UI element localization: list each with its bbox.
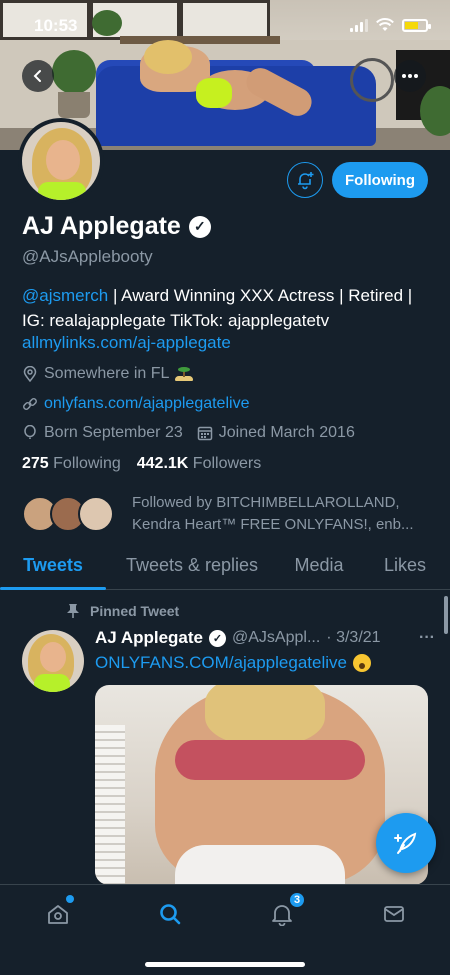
back-button[interactable]	[22, 60, 54, 92]
location-text: Somewhere in FL	[44, 365, 170, 382]
map-pin-icon	[22, 366, 38, 382]
avatar-swimsuit	[34, 674, 70, 692]
followed-by-row[interactable]: Followed by BITCHIMBELLAROLLAND, Kendra …	[22, 492, 414, 536]
tweet-more-button[interactable]: ···	[419, 629, 435, 647]
banner-pot	[58, 92, 90, 118]
nav-messages[interactable]	[374, 899, 414, 929]
link-icon	[22, 396, 38, 412]
battery-icon	[402, 18, 431, 32]
flushed-emoji-icon	[352, 654, 371, 672]
verified-badge-icon: ✓	[209, 629, 227, 647]
banner-plant	[52, 50, 96, 94]
pin-icon	[67, 604, 79, 618]
tab-media[interactable]: Media	[278, 546, 360, 589]
website-row: onlyfans.com/ajapplegatelive	[22, 395, 249, 413]
wifi-icon	[376, 18, 394, 31]
following-count-link[interactable]: 275 Following	[22, 455, 121, 473]
home-icon	[48, 905, 68, 924]
verified-badge-icon: ✓	[188, 215, 211, 238]
banner-fan	[350, 58, 394, 102]
signal-icon	[350, 18, 368, 32]
media-hair	[205, 685, 325, 745]
avatar-face	[46, 140, 80, 180]
tweet-author-handle: @AJsAppl...	[232, 629, 321, 646]
birthday-text: Born September 23	[44, 424, 183, 441]
profile-bio: @ajsmerch | Award Winning XXX Actress | …	[22, 283, 434, 333]
followed-by-text: Followed by BITCHIMBELLAROLLAND, Kendra …	[132, 492, 414, 536]
profile-name-row: AJ Applegate ✓	[22, 212, 211, 241]
profile-handle: @AJsApplebooty	[22, 247, 153, 266]
nav-notifications[interactable]: 3	[262, 891, 306, 929]
location-row: Somewhere in FL	[22, 365, 194, 383]
followers-label: Followers	[192, 455, 262, 472]
followers-count-link[interactable]: 442.1K Followers	[137, 455, 262, 473]
scrollbar-thumb[interactable]	[444, 596, 448, 634]
banner-person-hair	[144, 40, 192, 74]
bio-url-link[interactable]: allmylinks.com/aj-applegate	[22, 333, 231, 353]
following-count: 275	[22, 455, 49, 472]
tweet-author-name[interactable]: AJ Applegate	[95, 628, 203, 648]
website-link[interactable]: onlyfans.com/ajapplegatelive	[44, 395, 249, 413]
tweet-author-avatar[interactable]	[22, 630, 84, 692]
status-icons	[350, 18, 431, 32]
tweet-date: · 3/3/21	[326, 629, 381, 646]
tweet-link[interactable]: ONLYFANS.COM/ajapplegatelive	[95, 653, 347, 673]
profile-tabs: Tweets Tweets & replies Media Likes	[0, 546, 450, 590]
follow-counts: 275 Following 442.1K Followers	[22, 455, 261, 473]
status-bar: 10:53	[0, 12, 450, 42]
new-content-dot	[66, 895, 74, 903]
profile-name: AJ Applegate	[22, 212, 181, 240]
joined-text: Joined March 2016	[218, 424, 355, 441]
avatar-swimsuit	[38, 182, 86, 200]
search-icon	[160, 904, 181, 925]
tab-tweets-replies[interactable]: Tweets & replies	[106, 546, 278, 589]
tweet-text: ONLYFANS.COM/ajapplegatelive	[95, 653, 371, 673]
tweet-header: AJ Applegate ✓ @AJsAppl... · 3/3/21 ···	[95, 628, 435, 648]
nav-home[interactable]	[38, 895, 78, 929]
compose-tweet-button[interactable]	[376, 813, 436, 873]
balloon-icon	[22, 425, 38, 441]
dates-row: Born September 23 Joined March 2016	[22, 424, 355, 442]
pinned-text: Pinned Tweet	[90, 603, 180, 619]
pinned-tweet-label: Pinned Tweet	[66, 603, 179, 619]
media-bra	[175, 740, 365, 780]
followed-by-line: Followed by BITCHIMBELLAROLLAND,	[132, 494, 400, 511]
media-blinds	[95, 725, 125, 885]
mail-icon	[384, 906, 404, 922]
more-options-button[interactable]	[394, 60, 426, 92]
followed-by-avatars	[22, 496, 114, 532]
profile-avatar[interactable]	[18, 118, 104, 204]
following-button[interactable]: Following	[332, 162, 428, 198]
followed-by-line: Kendra Heart™ FREE ONLYFANS!, enb...	[132, 516, 414, 533]
followers-count: 442.1K	[136, 455, 189, 472]
notifications-badge: 3	[288, 891, 306, 909]
home-indicator[interactable]	[145, 962, 305, 967]
tab-tweets[interactable]: Tweets	[0, 546, 106, 590]
tab-likes[interactable]: Likes	[360, 546, 450, 589]
media-underwear	[175, 845, 345, 885]
avatar-face	[40, 642, 66, 672]
compose-feather-icon	[394, 832, 417, 854]
calendar-icon	[197, 425, 213, 441]
bell-plus-icon	[298, 172, 314, 190]
banner-person-swimsuit	[196, 78, 232, 108]
nav-search[interactable]	[150, 899, 190, 929]
chevron-left-icon	[33, 70, 41, 82]
more-horizontal-icon	[402, 74, 418, 78]
status-time: 10:53	[34, 16, 78, 35]
notify-button[interactable]	[287, 162, 323, 198]
following-label: Following	[53, 455, 121, 472]
avatar	[78, 496, 114, 532]
island-emoji-icon	[175, 367, 194, 381]
bio-mention-link[interactable]: @ajsmerch	[22, 286, 108, 305]
